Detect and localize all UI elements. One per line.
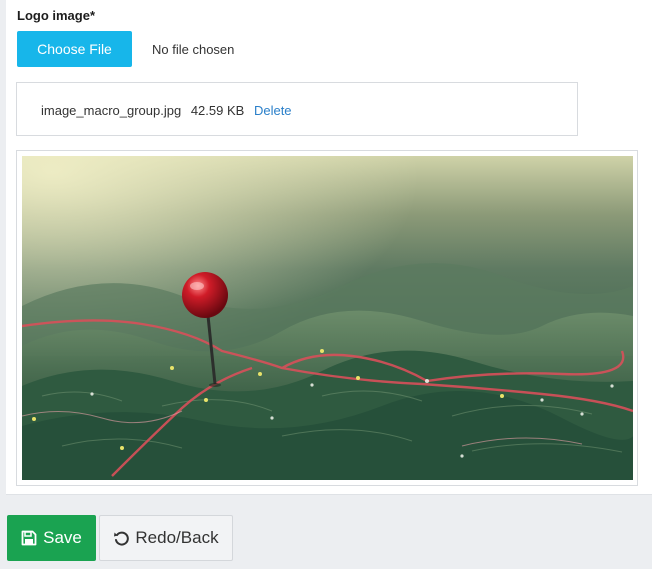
delete-file-link[interactable]: Delete <box>254 103 292 118</box>
no-file-chosen-text: No file chosen <box>152 42 235 57</box>
logo-image-preview <box>22 156 633 480</box>
undo-icon <box>113 530 130 546</box>
logo-image-label: Logo image* <box>17 8 96 23</box>
file-size: 42.59 KB <box>190 103 245 118</box>
choose-file-button[interactable]: Choose File <box>17 31 132 67</box>
uploaded-file-box: image_macro_group.jpg 42.59 KB Delete <box>16 82 578 136</box>
image-preview-frame <box>16 150 638 486</box>
redo-back-button-label: Redo/Back <box>135 528 219 547</box>
save-button-label: Save <box>43 528 82 547</box>
redo-back-button[interactable]: Redo/Back <box>99 515 233 561</box>
file-name: image_macro_group.jpg <box>41 103 182 118</box>
save-button[interactable]: Save <box>7 515 96 561</box>
uploaded-file-row: image_macro_group.jpg 42.59 KB Delete <box>41 103 292 118</box>
floppy-disk-icon <box>21 530 37 546</box>
logo-image-panel: Logo image* Choose File No file chosen i… <box>6 0 652 495</box>
map-pin-photo <box>22 156 633 480</box>
